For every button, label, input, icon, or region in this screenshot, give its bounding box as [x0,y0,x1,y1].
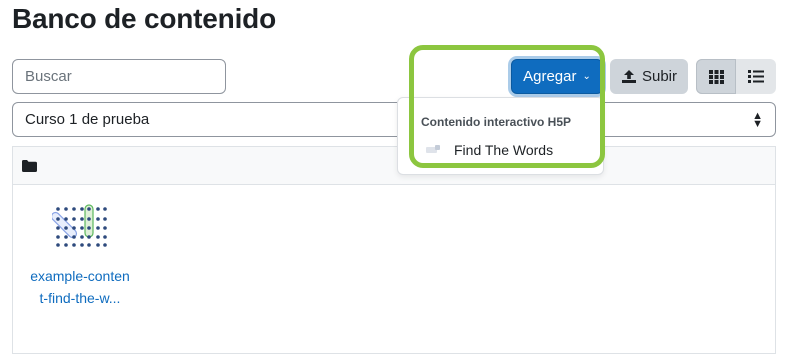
search-input[interactable] [12,59,226,94]
upload-button[interactable]: Subir [610,59,688,94]
list-view-button[interactable] [736,59,776,94]
select-arrows-icon: ▲ ▼ [752,109,763,130]
add-dropdown-menu: Contenido interactivo H5P Find The Words [397,97,604,175]
menu-item-label: Find The Words [454,142,554,158]
find-the-words-thumbnail-icon [52,204,107,247]
add-button-label: Agregar [523,68,577,85]
add-button[interactable]: Agregar ⌄ [511,59,603,94]
menu-item-find-the-words[interactable]: Find The Words [426,142,553,158]
h5p-icon [426,145,440,153]
course-select-value: Curso 1 de prueba [25,111,150,128]
folder-icon [22,159,37,172]
upload-icon [621,70,636,83]
content-area: example-content-find-the-w... [12,146,776,354]
content-header [13,147,775,185]
dropdown-header: Contenido interactivo H5P [421,115,572,129]
list-icon [748,70,764,83]
grid-view-button[interactable] [696,59,736,94]
page-title: Banco de contenido [12,3,276,34]
upload-button-label: Subir [641,68,678,85]
content-item-name[interactable]: example-content-find-the-w... [29,265,131,309]
content-item[interactable]: example-content-find-the-w... [25,203,135,309]
grid-icon [708,69,724,84]
course-select[interactable]: Curso 1 de prueba ▲ ▼ [12,102,776,137]
chevron-down-icon: ⌄ [582,70,591,82]
